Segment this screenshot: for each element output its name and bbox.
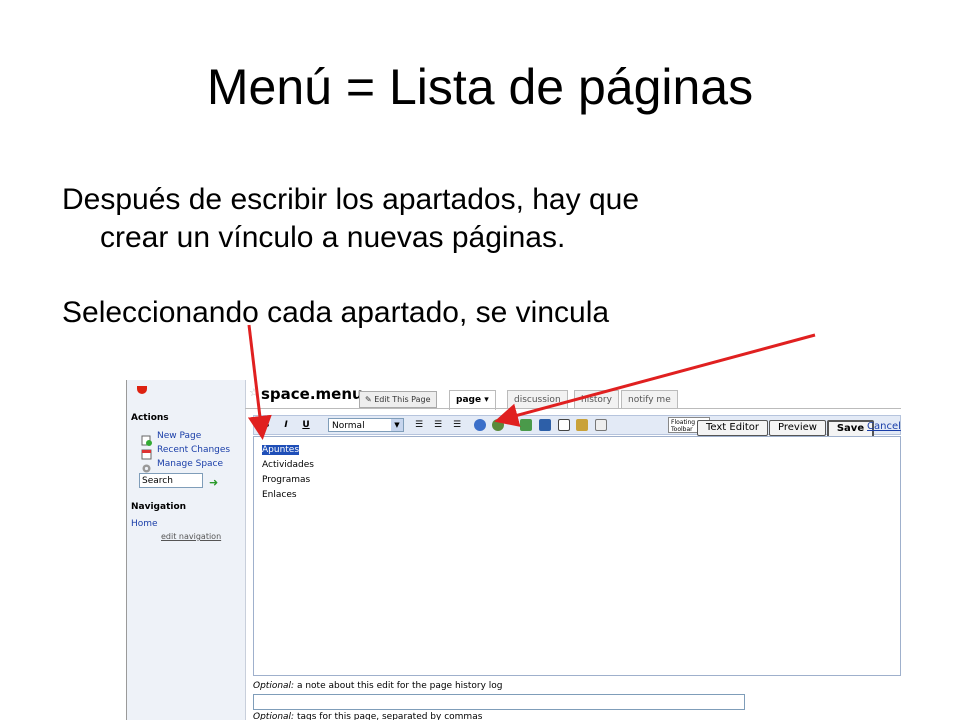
tab-page[interactable]: page ▾ xyxy=(449,390,496,410)
search-go-arrow-icon[interactable]: ➜ xyxy=(209,476,218,489)
tab-notify-me[interactable]: notify me xyxy=(621,390,678,409)
note-optional-label: Optional: xyxy=(253,681,295,691)
home-link[interactable]: Home xyxy=(131,519,158,529)
cancel-link[interactable]: Cancel xyxy=(867,421,901,432)
floating-toolbar-line-2: Toolbar xyxy=(671,426,693,433)
edit-this-page-label: Edit This Page xyxy=(374,395,431,404)
main-area: ☆ space.menu ✎ Edit This Page page ▾ dis… xyxy=(245,380,901,720)
floating-toolbar-line-1: Floating xyxy=(671,419,696,426)
sidebar: Actions New Page Recent Changes Manage S… xyxy=(127,380,246,720)
preview-button[interactable]: Preview xyxy=(769,420,826,436)
note-label-text: a note about this edit for the page hist… xyxy=(296,681,503,691)
manage-space-link[interactable]: Manage Space xyxy=(157,459,223,469)
slide-title: Menú = Lista de páginas xyxy=(206,59,754,115)
edit-navigation-link[interactable]: edit navigation xyxy=(161,532,221,541)
tags-label: Optional: tags for this page, separated … xyxy=(253,712,482,720)
bold-button[interactable]: B xyxy=(260,419,272,432)
tab-divider xyxy=(245,408,901,409)
star-icon[interactable]: ☆ xyxy=(249,386,259,399)
recent-changes-link[interactable]: Recent Changes xyxy=(157,445,230,455)
image-icon[interactable] xyxy=(520,419,532,431)
editor-line-enlaces[interactable]: Enlaces xyxy=(262,490,297,500)
bullet-1-line-1: Después de escribir los apartados, hay q… xyxy=(62,183,640,216)
link-web-icon[interactable] xyxy=(492,419,504,431)
bullet-1-line-2: crear un vínculo a nuevas páginas. xyxy=(100,221,566,254)
editor-line-apuntes[interactable]: Apuntes xyxy=(262,445,300,455)
note-label: Optional: a note about this edit for the… xyxy=(253,681,502,691)
widget-icon[interactable] xyxy=(576,419,588,431)
table-icon[interactable] xyxy=(558,419,570,431)
new-page-icon xyxy=(141,431,152,446)
bullet-select-link: Seleccionando cada apartado, se vincula xyxy=(62,296,610,329)
wiki-editor-screenshot: Actions New Page Recent Changes Manage S… xyxy=(126,380,901,720)
editor-content-area[interactable]: Apuntes Actividades Programas Enlaces xyxy=(253,436,901,676)
italic-button[interactable]: I xyxy=(280,419,292,432)
new-page-link[interactable]: New Page xyxy=(157,431,201,441)
bullet-create-links: Después de escribir los apartados, hay q… xyxy=(62,181,902,257)
bullet-list-icon[interactable]: ☰ xyxy=(431,419,445,432)
page-name: space.menu xyxy=(261,385,363,403)
tags-optional-label: Optional: xyxy=(253,712,295,720)
chevron-down-icon: ▼ xyxy=(391,419,403,431)
edit-this-page-button[interactable]: ✎ Edit This Page xyxy=(359,391,437,408)
file-icon[interactable] xyxy=(539,419,551,431)
numbered-list-icon[interactable]: ☰ xyxy=(412,419,426,432)
tags-label-text: tags for this page, separated by commas xyxy=(296,712,483,720)
indent-icon[interactable]: ☰ xyxy=(450,419,464,432)
text-editor-button[interactable]: Text Editor xyxy=(697,420,768,436)
format-select[interactable]: Normal ▼ xyxy=(328,418,404,432)
tab-history[interactable]: history xyxy=(574,390,619,409)
edit-note-input[interactable] xyxy=(253,694,745,710)
logo-icon xyxy=(137,386,147,394)
actions-heading: Actions xyxy=(131,413,169,423)
underline-button[interactable]: U xyxy=(300,419,312,432)
special-char-icon[interactable] xyxy=(595,419,607,431)
link-wiki-icon[interactable] xyxy=(474,419,486,431)
navigation-heading: Navigation xyxy=(131,502,187,512)
tab-discussion[interactable]: discussion xyxy=(507,390,568,409)
format-select-value: Normal xyxy=(332,421,365,431)
editor-line-programas[interactable]: Programas xyxy=(262,475,310,485)
editor-line-actividades[interactable]: Actividades xyxy=(262,460,314,470)
calendar-icon xyxy=(141,445,152,460)
gear-icon xyxy=(141,459,152,473)
search-input[interactable]: Search xyxy=(139,473,203,488)
